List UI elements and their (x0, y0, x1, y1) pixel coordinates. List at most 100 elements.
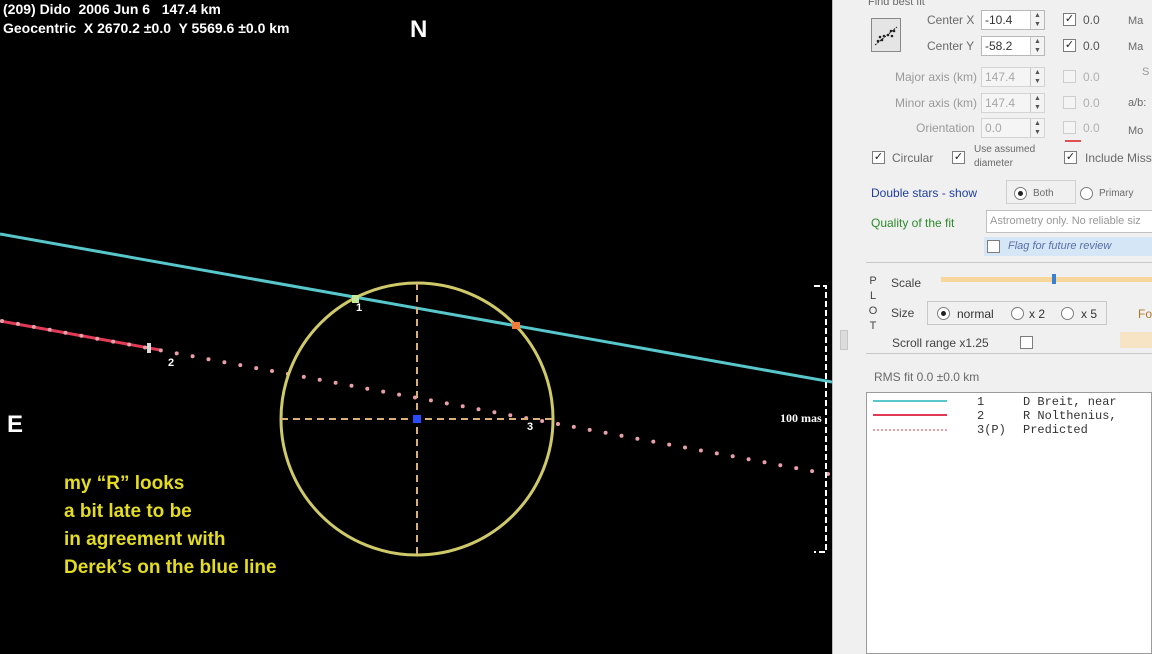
chord-2-label: 2 (168, 357, 174, 369)
scatter-fit-icon (874, 26, 898, 46)
predicted-dot (810, 469, 815, 474)
max-label-1: Ma (1128, 15, 1144, 27)
predicted-dot (556, 422, 560, 426)
predicted-dot (143, 345, 147, 350)
spin-arrows-icon[interactable]: ▲ ▼ (1030, 37, 1044, 55)
center-x-label: Center X (927, 13, 975, 27)
major-axis-fit-checkbox[interactable] (1063, 70, 1076, 83)
orange-strip (1120, 332, 1152, 348)
plot-letter-o: O (868, 305, 878, 317)
predicted-dot (31, 324, 36, 329)
geocentric-coordinates: Geocentric X 2670.2 ±0.0 Y 5569.6 ±0.0 k… (3, 20, 290, 36)
predicted-dot (333, 380, 338, 385)
predicted-dot (301, 374, 306, 379)
center-y-sigma: 0.0 (1083, 39, 1100, 53)
double-stars-label: Double stars - show (871, 186, 978, 200)
annotation-line-3: in agreement with (64, 529, 226, 550)
predicted-dot (619, 433, 624, 438)
center-x-input[interactable]: -10.4 ▲ ▼ (981, 10, 1045, 30)
plot-vertical-label: P L O T (868, 274, 878, 334)
predicted-dot (111, 339, 116, 344)
annotation-line-1: my “R” looks (64, 473, 185, 494)
both-label: Both (1033, 188, 1054, 199)
fo-label: Fo (1138, 307, 1152, 321)
predicted-dot (47, 327, 52, 332)
major-axis-label: Major axis (km) (895, 70, 978, 84)
occultation-plot[interactable]: 1 2 3 (209) Dido 2006 Jun 6 147.4 km Geo… (0, 0, 832, 654)
predicted-dot (794, 466, 799, 471)
predicted-dot (397, 392, 402, 397)
quality-dropdown[interactable]: Astrometry only. No reliable siz (986, 210, 1152, 233)
orientation-input[interactable]: 0.0 ▲ ▼ (981, 118, 1045, 138)
legend-2-text: R Nolthenius, (1023, 409, 1117, 423)
primary-radio[interactable] (1080, 187, 1093, 200)
predicted-dot (365, 386, 370, 391)
rms-fit-label: RMS fit 0.0 ±0.0 km (874, 370, 980, 384)
orientation-fit-checkbox[interactable] (1063, 121, 1076, 134)
north-label: N (410, 16, 428, 43)
center-marker (413, 415, 421, 423)
legend-1-num: 1 (977, 395, 985, 409)
predicted-dot (270, 369, 274, 373)
use-assumed-diameter-checkbox[interactable]: ✓ (952, 151, 965, 164)
ab-label: a/b: (1128, 97, 1147, 109)
scroll-range-checkbox[interactable] (1020, 336, 1033, 349)
find-best-fit-label: Find best fit (868, 0, 925, 8)
predicted-dot (746, 457, 751, 462)
minor-axis-label: Minor axis (km) (895, 96, 978, 110)
include-miss-checkbox[interactable]: ✓ (1064, 151, 1077, 164)
both-radio[interactable] (1014, 187, 1027, 200)
s-label: S (1142, 66, 1150, 78)
predicted-dot (635, 436, 640, 441)
center-x-fit-checkbox[interactable]: ✓ (1063, 13, 1076, 26)
predicted-dot (190, 354, 195, 359)
size-normal-radio[interactable] (937, 307, 950, 320)
include-miss-label: Include Miss (1085, 151, 1152, 165)
predicted-dot (63, 330, 68, 335)
legend-3-swatch (873, 429, 947, 431)
center-y-fit-checkbox[interactable]: ✓ (1063, 39, 1076, 52)
predicted-dot (428, 398, 433, 403)
predicted-dot (698, 448, 703, 453)
scale-slider-track[interactable] (941, 277, 1152, 282)
predicted-dot (571, 424, 576, 429)
spin-arrows-icon[interactable]: ▲ ▼ (1030, 94, 1044, 112)
center-x-sigma: 0.0 (1083, 13, 1100, 27)
scale-slider-thumb[interactable] (1052, 274, 1056, 284)
scroll-range-label: Scroll range x1.25 (892, 336, 989, 350)
object-title: (209) Dido 2006 Jun 6 147.4 km (3, 1, 221, 17)
annotation-line-2: a bit late to be (64, 501, 192, 522)
predicted-dot (381, 389, 386, 394)
plot-letter-p: P (869, 275, 877, 287)
quality-value: Astrometry only. No reliable siz (990, 215, 1141, 227)
minor-axis-input[interactable]: 147.4 ▲ ▼ (981, 93, 1045, 113)
predicted-dot (238, 363, 243, 368)
spin-arrows-icon[interactable]: ▲ ▼ (1030, 68, 1044, 86)
center-y-label: Center Y (927, 39, 975, 53)
size-label: Size (891, 306, 915, 320)
chord-legend: 1 D Breit, near 2 R Nolthenius, 3(P) Pre… (866, 392, 1152, 654)
spin-arrows-icon[interactable]: ▲ ▼ (1030, 119, 1044, 137)
circular-checkbox[interactable]: ✓ (872, 151, 885, 164)
panel-splitter[interactable] (832, 0, 866, 654)
spin-arrows-icon[interactable]: ▲ ▼ (1030, 11, 1044, 29)
predicted-dot (492, 410, 497, 415)
predicted-dot (158, 348, 163, 353)
orientation-value: 0.0 (985, 121, 1002, 135)
splitter-grip[interactable] (840, 330, 848, 350)
major-axis-input[interactable]: 147.4 ▲ ▼ (981, 67, 1045, 87)
find-best-fit-button[interactable] (871, 18, 901, 52)
annotation-text: my “R” looks a bit late to be in agreeme… (64, 470, 277, 582)
flag-review-checkbox[interactable] (987, 240, 1000, 253)
east-label: E (7, 411, 24, 438)
size-x5-radio[interactable] (1061, 307, 1074, 320)
minor-axis-fit-checkbox[interactable] (1063, 96, 1076, 109)
predicted-dot (730, 454, 735, 459)
major-axis-sigma: 0.0 (1083, 70, 1100, 84)
predicted-dot (587, 427, 592, 432)
predicted-dot (349, 383, 354, 388)
center-y-input[interactable]: -58.2 ▲ ▼ (981, 36, 1045, 56)
predicted-dot (508, 413, 513, 418)
size-x2-radio[interactable] (1011, 307, 1024, 320)
predicted-dot (15, 321, 20, 326)
